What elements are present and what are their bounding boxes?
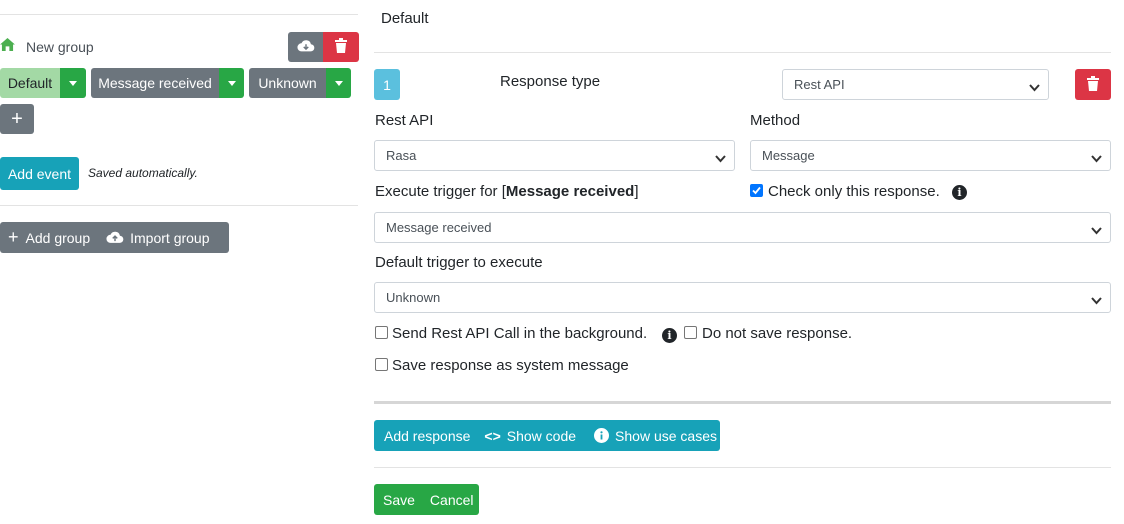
save-button[interactable]: Save: [383, 492, 415, 508]
caret-down-icon: [227, 80, 236, 86]
method-select[interactable]: Message: [750, 140, 1111, 171]
trigger-label: Default: [7, 75, 53, 91]
trigger-label: Message received: [98, 75, 212, 91]
response-actions: Add response <> Show code Show use cases: [374, 420, 720, 451]
execute-trigger-name: Message received: [505, 183, 635, 200]
info-icon[interactable]: i: [662, 328, 677, 343]
trigger-unknown-button[interactable]: Unknown: [249, 68, 326, 98]
check-only-checkbox[interactable]: [750, 184, 763, 197]
show-use-cases-button[interactable]: Show use cases: [615, 428, 717, 444]
page-title: Default: [381, 10, 429, 27]
rest-api-select[interactable]: Rasa: [374, 140, 735, 171]
footer-divider: [374, 467, 1111, 468]
chevron-down-icon: [1091, 293, 1102, 308]
execute-suffix: ]: [634, 183, 639, 200]
no-save-label: Do not save response.: [702, 325, 853, 342]
sidebar-divider: [0, 205, 358, 206]
group-name[interactable]: New group: [26, 39, 94, 55]
response-divider: [374, 401, 1111, 404]
trigger-default-button[interactable]: Default: [0, 68, 60, 98]
chevron-down-icon: [715, 151, 726, 166]
trigger-unknown-dropdown[interactable]: [326, 68, 351, 98]
info-circle-icon: [594, 428, 610, 443]
add-group-button[interactable]: Add group: [26, 230, 91, 246]
caret-down-icon: [69, 80, 77, 86]
plus-icon: +: [8, 227, 19, 247]
delete-group-button[interactable]: [323, 32, 359, 62]
no-save-checkbox[interactable]: [684, 326, 697, 339]
chevron-down-icon: [1029, 80, 1040, 95]
chevron-down-icon: [1091, 223, 1102, 238]
code-icon: <>: [484, 427, 501, 444]
cancel-button[interactable]: Cancel: [430, 492, 474, 508]
response-number-badge: 1: [374, 69, 400, 100]
cloud-download-icon: [296, 39, 315, 56]
execute-trigger-select[interactable]: Message received: [374, 212, 1111, 243]
method-value: Message: [762, 148, 815, 163]
cloud-upload-icon: [106, 231, 124, 244]
method-label: Method: [750, 112, 801, 129]
saved-note: Saved automatically.: [88, 166, 198, 180]
default-trigger-select[interactable]: Unknown: [374, 282, 1111, 313]
rest-api-label: Rest API: [375, 112, 434, 129]
chevron-down-icon: [1091, 151, 1102, 166]
response-number: 1: [383, 76, 391, 93]
add-event-button[interactable]: Add event: [0, 157, 79, 190]
delete-response-button[interactable]: [1075, 69, 1111, 100]
info-icon[interactable]: i: [952, 185, 967, 200]
check-only-label: Check only this response.: [768, 183, 940, 200]
response-type-value: Rest API: [794, 77, 845, 92]
trash-icon: [335, 38, 347, 56]
show-code-button[interactable]: Show code: [507, 428, 576, 444]
add-trigger-button[interactable]: +: [0, 104, 34, 134]
rest-api-value: Rasa: [386, 148, 417, 163]
default-trigger-label: Default trigger to execute: [375, 254, 543, 271]
response-type-select[interactable]: Rest API: [782, 69, 1049, 100]
title-divider: [374, 52, 1111, 53]
add-response-button[interactable]: Add response: [384, 428, 470, 444]
trash-icon: [1087, 75, 1099, 94]
background-call-label: Send Rest API Call in the background.: [392, 325, 648, 342]
trigger-message-received-dropdown[interactable]: [219, 68, 244, 98]
import-group-button[interactable]: Import group: [130, 230, 209, 246]
home-icon: [0, 38, 15, 55]
export-group-button[interactable]: [288, 32, 323, 62]
default-trigger-value: Unknown: [386, 290, 441, 305]
trigger-default-dropdown[interactable]: [60, 68, 86, 98]
add-event-label: Add event: [7, 165, 72, 182]
trigger-message-received-button[interactable]: Message received: [91, 68, 219, 98]
plus-icon: +: [11, 107, 23, 130]
footer-actions: Save Cancel: [374, 484, 479, 515]
execute-trigger-label: Execute trigger for [Message received]: [375, 183, 639, 200]
checkmark-icon: [752, 186, 761, 195]
background-call-checkbox[interactable]: [375, 326, 388, 339]
execute-trigger-value: Message received: [386, 220, 492, 235]
trigger-label: Unknown: [258, 75, 317, 91]
save-system-label: Save response as system message: [392, 357, 629, 374]
caret-down-icon: [334, 80, 343, 86]
response-type-label: Response type: [500, 73, 601, 90]
save-system-checkbox[interactable]: [375, 358, 388, 371]
sidebar-top-divider: [0, 14, 358, 15]
execute-prefix: Execute trigger for [: [375, 183, 506, 200]
group-actions: + Add group Import group: [0, 222, 229, 253]
